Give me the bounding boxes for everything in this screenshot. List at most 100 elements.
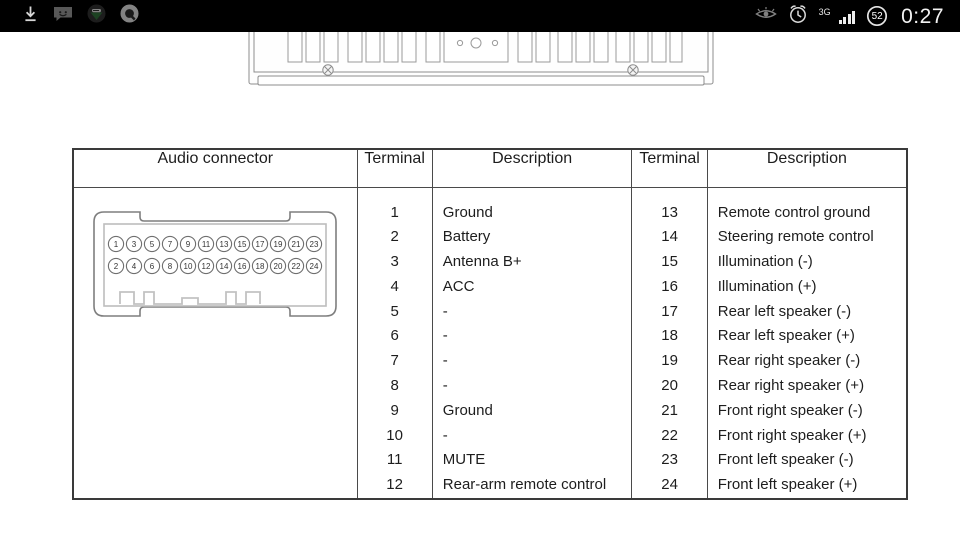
signal-strength-icon	[838, 9, 856, 24]
description-item: Front right speaker (-)	[717, 401, 863, 419]
terminal-number: 6	[390, 327, 399, 345]
svg-text:22: 22	[292, 262, 301, 271]
description-item: Rear right speaker (-)	[717, 352, 861, 370]
cell-terminal-numbers-right: 13 14 15 16 17 18 19 20 21 22 23 24	[631, 186, 708, 500]
svg-text:17: 17	[256, 240, 265, 249]
description-item: Antenna B+	[442, 253, 522, 271]
svg-text:14: 14	[220, 262, 229, 271]
terminal-number: 24	[661, 476, 678, 494]
terminal-number: 22	[661, 426, 678, 444]
terminal-number: 14	[661, 228, 678, 246]
description-item: -	[442, 426, 448, 444]
terminal-number: 2	[390, 228, 399, 246]
connector-24-pin-svg: 1 3 5 7 9 11 13 15 17 19 21 23 2 4 6 8 1…	[93, 210, 338, 317]
audio-connector-pinout-table: Audio connector Terminal Description Ter…	[72, 148, 908, 501]
description-item: Ground	[442, 203, 493, 221]
description-item: -	[442, 352, 448, 370]
description-item: Rear right speaker (+)	[717, 377, 865, 395]
cell-audio-connector-diagram: 1 3 5 7 9 11 13 15 17 19 21 23 2 4 6 8 1…	[72, 186, 358, 500]
terminal-number: 18	[661, 327, 678, 345]
terminal-number: 23	[661, 451, 678, 469]
svg-text:21: 21	[292, 240, 301, 249]
description-list-right: Remote control ground Steering remote co…	[718, 201, 906, 499]
svg-text:20: 20	[274, 262, 283, 271]
terminal-number: 3	[390, 253, 399, 271]
alarm-clock-icon	[788, 4, 808, 29]
description-item: -	[442, 302, 448, 320]
clock-label: 0:27	[901, 4, 944, 28]
battery-level-label: 52	[871, 10, 883, 22]
battery-icon: 52	[866, 5, 888, 27]
terminal-number: 8	[390, 377, 399, 395]
terminal-number: 10	[386, 426, 403, 444]
terminal-number: 9	[390, 401, 399, 419]
network-type-label: 3G	[818, 6, 831, 17]
terminal-number: 21	[661, 401, 678, 419]
description-item: Rear-arm remote control	[442, 476, 607, 494]
header-description-right: Description	[706, 148, 908, 188]
svg-text:6: 6	[150, 262, 155, 271]
svg-text:8: 8	[168, 262, 173, 271]
document-page: Audio connector Terminal Description Ter…	[0, 32, 960, 540]
app-circle-icon	[120, 4, 139, 28]
cell-terminal-numbers-left: 1 2 3 4 5 6 7 8 9 10 11 12	[356, 186, 433, 500]
description-item: Front left speaker (+)	[717, 476, 858, 494]
terminal-number: 12	[386, 476, 403, 494]
table-body-row: 1 3 5 7 9 11 13 15 17 19 21 23 2 4 6 8 1…	[72, 186, 908, 500]
svg-text:19: 19	[274, 240, 283, 249]
svg-text:11: 11	[202, 240, 211, 249]
description-item: Battery	[442, 228, 491, 246]
header-audio-connector: Audio connector	[72, 148, 358, 188]
description-item: Ground	[442, 401, 493, 419]
svg-text:4: 4	[132, 262, 137, 271]
description-item: -	[442, 327, 448, 345]
svg-text:2: 2	[114, 262, 119, 271]
header-terminal-right: Terminal	[631, 148, 708, 188]
svg-text:10: 10	[184, 262, 193, 271]
description-item: MUTE	[442, 451, 486, 469]
terminal-number: 17	[661, 302, 678, 320]
svg-text:12: 12	[202, 262, 211, 271]
download-icon	[22, 5, 39, 28]
terminal-list-left: 1 2 3 4 5 6 7 8 9 10 11 12	[358, 201, 432, 499]
svg-text:13: 13	[220, 240, 229, 249]
svg-text:7: 7	[168, 240, 173, 249]
svg-text:18: 18	[256, 262, 265, 271]
terminal-number: 19	[661, 352, 678, 370]
terminal-number: 7	[390, 352, 399, 370]
status-bar-notification-icons	[22, 4, 139, 28]
description-list-left: Ground Battery Antenna B+ ACC - - - - Gr…	[443, 201, 632, 499]
terminal-list-right: 13 14 15 16 17 18 19 20 21 22 23 24	[632, 201, 706, 499]
eye-icon	[754, 6, 777, 26]
svg-text:16: 16	[238, 262, 247, 271]
cell-descriptions-left: Ground Battery Antenna B+ ACC - - - - Gr…	[431, 186, 633, 500]
svg-text:5: 5	[150, 240, 155, 249]
description-item: Steering remote control	[717, 228, 874, 246]
terminal-number: 16	[661, 277, 678, 295]
terminal-number: 4	[390, 277, 399, 295]
status-bar[interactable]: 3G 52 0:27	[0, 0, 960, 32]
terminal-number: 5	[390, 302, 399, 320]
table-header-row: Audio connector Terminal Description Ter…	[72, 148, 908, 188]
terminal-number: 20	[661, 377, 678, 395]
description-item: ACC	[442, 277, 475, 295]
terminal-number: 15	[661, 253, 678, 271]
app-green-icon	[87, 4, 106, 28]
svg-text:9: 9	[186, 240, 191, 249]
header-terminal-left: Terminal	[356, 148, 433, 188]
svg-text:3: 3	[132, 240, 137, 249]
svg-text:1: 1	[114, 240, 119, 249]
car-stereo-rear-panel-illustration	[248, 32, 714, 90]
description-item: -	[442, 377, 448, 395]
description-item: Rear left speaker (+)	[717, 327, 855, 345]
terminal-number: 11	[386, 451, 403, 469]
description-item: Remote control ground	[717, 203, 871, 221]
terminal-number: 13	[661, 203, 678, 221]
header-description-left: Description	[431, 148, 633, 188]
description-item: Illumination (-)	[717, 253, 813, 271]
description-item: Rear left speaker (-)	[717, 302, 852, 320]
description-item: Illumination (+)	[717, 277, 817, 295]
svg-text:23: 23	[310, 240, 319, 249]
status-bar-system-icons: 3G 52 0:27	[754, 4, 950, 29]
svg-text:15: 15	[238, 240, 247, 249]
